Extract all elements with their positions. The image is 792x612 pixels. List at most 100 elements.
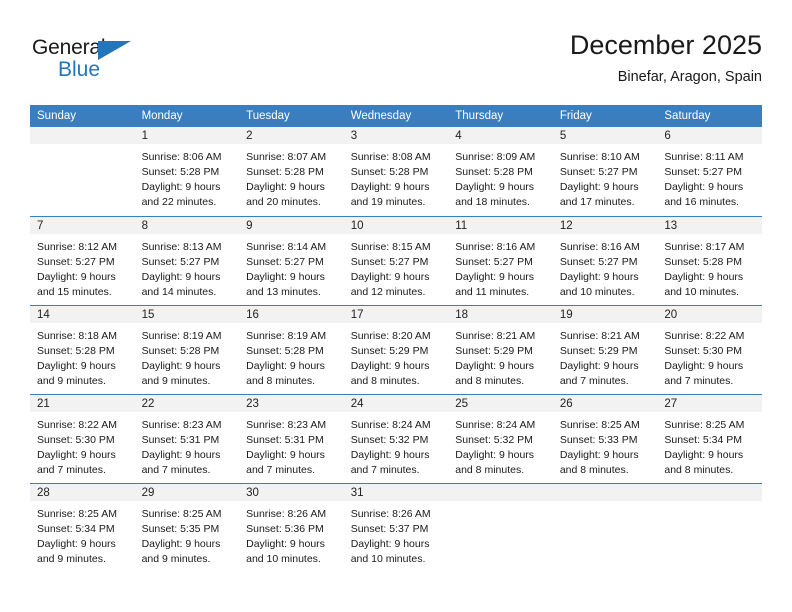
sunset-text: Sunset: 5:28 PM — [350, 166, 429, 178]
calendar-day-cell[interactable]: 6 Sunrise: 8:11 AM Sunset: 5:27 PM Daylight… — [657, 127, 762, 216]
day-number: 17 — [343, 305, 449, 323]
daylight-text-line1: Daylight: 9 hours — [246, 181, 325, 193]
day-details: Sunrise: 8:22 AM Sunset: 5:30 PM Daylight:… — [30, 412, 135, 478]
sunset-text: Sunset: 5:28 PM — [246, 344, 324, 357]
sunset-text: Sunset: 5:29 PM — [455, 344, 533, 357]
calendar-day-cell[interactable]: 9 Sunrise: 8:14 AM Sunset: 5:27 PM Daylight… — [239, 215, 344, 305]
calendar-day-cell[interactable]: 20 Sunrise: 8:22 AM Sunset: 5:30 PM Dayligh… — [657, 304, 762, 394]
calendar-day-cell[interactable]: 23 Sunrise: 8:23 AM Sunset: 5:31 PM Dayligh… — [239, 393, 344, 483]
day-number: 24 — [343, 394, 449, 412]
calendar-day-cell[interactable]: 12 Sunrise: 8:16 AM Sunset: 5:27 PM Dayligh… — [552, 215, 658, 305]
calendar-day-cell[interactable]: 25 Sunrise: 8:24 AM Sunset: 5:32 PM Dayligh… — [448, 393, 553, 483]
daylight-text-line2: and 13 minutes. — [246, 285, 321, 298]
day-number: 19 — [552, 305, 658, 323]
sunrise-text: Sunrise: 8:20 AM — [350, 329, 431, 342]
day-details — [657, 501, 762, 507]
calendar-body: 1 Sunrise: 8:06 AM Sunset: 5:28 PM Daylight… — [30, 127, 762, 572]
calendar-day-cell[interactable]: 31 Sunrise: 8:26 AM Sunset: 5:37 PM Dayligh… — [343, 482, 449, 572]
day-number: 22 — [134, 394, 240, 412]
daylight-text-line1: Daylight: 9 hours — [455, 359, 535, 372]
weekday-header-friday: Friday — [552, 105, 658, 127]
day-number: 21 — [30, 394, 135, 412]
calendar-day-cell[interactable]: 22 Sunrise: 8:23 AM Sunset: 5:31 PM Dayligh… — [134, 393, 240, 483]
calendar-day-cell[interactable]: 24 Sunrise: 8:24 AM Sunset: 5:32 PM Dayligh… — [343, 393, 449, 483]
sunset-text: Sunset: 5:33 PM — [559, 433, 638, 446]
calendar-day-cell[interactable]: 11 Sunrise: 8:16 AM Sunset: 5:27 PM Dayligh… — [448, 215, 553, 305]
day-details: Sunrise: 8:11 AM Sunset: 5:27 PM Daylight:… — [657, 144, 762, 210]
daylight-text-line1: Daylight: 9 hours — [559, 448, 639, 461]
day-details: Sunrise: 8:24 AM Sunset: 5:32 PM Daylight:… — [344, 412, 449, 478]
calendar-day-cell-empty — [657, 482, 762, 572]
weekday-header-sunday: Sunday — [30, 105, 135, 127]
sunset-text: Sunset: 5:31 PM — [246, 433, 324, 446]
daylight-text-line2: and 7 minutes. — [141, 463, 211, 476]
day-number: 2 — [239, 127, 344, 144]
sunrise-text: Sunrise: 8:16 AM — [455, 240, 536, 253]
calendar-day-cell[interactable]: 16 Sunrise: 8:19 AM Sunset: 5:28 PM Dayligh… — [239, 304, 344, 394]
calendar-day-cell[interactable]: 17 Sunrise: 8:20 AM Sunset: 5:29 PM Dayligh… — [343, 304, 449, 394]
calendar-day-cell[interactable]: 10 Sunrise: 8:15 AM Sunset: 5:27 PM Dayligh… — [343, 215, 449, 305]
calendar-day-cell[interactable]: 7 Sunrise: 8:12 AM Sunset: 5:27 PM Daylight… — [30, 215, 135, 305]
calendar-day-cell[interactable]: 1 Sunrise: 8:06 AM Sunset: 5:28 PM Daylight… — [134, 127, 240, 216]
day-number: 4 — [448, 127, 553, 144]
sunset-text: Sunset: 5:27 PM — [559, 166, 638, 178]
day-number: 13 — [657, 216, 762, 234]
calendar-day-cell[interactable]: 5 Sunrise: 8:10 AM Sunset: 5:27 PM Daylight… — [552, 127, 658, 216]
calendar-day-cell[interactable]: 26 Sunrise: 8:25 AM Sunset: 5:33 PM Dayligh… — [552, 393, 658, 483]
sunset-text: Sunset: 5:29 PM — [350, 344, 429, 357]
day-number: 27 — [657, 394, 762, 412]
daylight-text-line1: Daylight: 9 hours — [350, 448, 430, 461]
logo-text-blue: Blue — [58, 58, 101, 81]
sunset-text: Sunset: 5:28 PM — [141, 344, 220, 357]
day-number: 3 — [343, 127, 449, 144]
daylight-text-line1: Daylight: 9 hours — [141, 359, 221, 372]
day-details: Sunrise: 8:26 AM Sunset: 5:37 PM Daylight:… — [344, 501, 449, 567]
day-number: 25 — [448, 394, 553, 412]
calendar-day-cell[interactable]: 13 Sunrise: 8:17 AM Sunset: 5:28 PM Dayligh… — [657, 215, 762, 305]
calendar-day-cell[interactable]: 8 Sunrise: 8:13 AM Sunset: 5:27 PM Daylight… — [134, 215, 240, 305]
calendar-day-cell[interactable]: 19 Sunrise: 8:21 AM Sunset: 5:29 PM Dayligh… — [552, 304, 658, 394]
calendar-day-cell[interactable]: 30 Sunrise: 8:26 AM Sunset: 5:36 PM Dayligh… — [239, 482, 344, 572]
day-details: Sunrise: 8:25 AM Sunset: 5:33 PM Daylight:… — [553, 412, 658, 478]
calendar-day-cell[interactable]: 18 Sunrise: 8:21 AM Sunset: 5:29 PM Dayligh… — [448, 304, 553, 394]
calendar-week-row: 1 Sunrise: 8:06 AM Sunset: 5:28 PM Daylight… — [30, 127, 762, 216]
daylight-text-line2: and 7 minutes. — [37, 463, 106, 476]
sunrise-text: Sunrise: 8:13 AM — [141, 240, 222, 253]
weekday-header-monday: Monday — [134, 105, 240, 127]
day-number: 8 — [134, 216, 240, 234]
daylight-text-line2: and 7 minutes. — [559, 374, 629, 387]
calendar-day-cell[interactable]: 28 Sunrise: 8:25 AM Sunset: 5:34 PM Dayligh… — [30, 482, 135, 572]
sunrise-text: Sunrise: 8:25 AM — [37, 507, 117, 520]
day-number: 18 — [448, 305, 553, 323]
day-details — [448, 501, 553, 507]
day-details: Sunrise: 8:18 AM Sunset: 5:28 PM Daylight:… — [30, 323, 135, 389]
sunrise-text: Sunrise: 8:17 AM — [664, 240, 745, 253]
sunrise-text: Sunrise: 8:23 AM — [246, 418, 327, 431]
daylight-text-line2: and 10 minutes. — [350, 552, 426, 565]
calendar-day-cell-empty — [552, 482, 658, 572]
daylight-text-line1: Daylight: 9 hours — [141, 537, 221, 550]
sunrise-text: Sunrise: 8:10 AM — [559, 151, 640, 163]
sunset-text: Sunset: 5:34 PM — [664, 433, 743, 446]
sunset-text: Sunset: 5:34 PM — [37, 522, 115, 535]
calendar-day-cell[interactable]: 21 Sunrise: 8:22 AM Sunset: 5:30 PM Dayligh… — [30, 393, 135, 483]
day-details: Sunrise: 8:21 AM Sunset: 5:29 PM Daylight:… — [553, 323, 658, 389]
sunset-text: Sunset: 5:37 PM — [350, 522, 429, 535]
calendar-day-cell[interactable]: 15 Sunrise: 8:19 AM Sunset: 5:28 PM Dayligh… — [134, 304, 240, 394]
calendar-day-cell[interactable]: 3 Sunrise: 8:08 AM Sunset: 5:28 PM Daylight… — [343, 127, 449, 216]
sunrise-text: Sunrise: 8:15 AM — [350, 240, 431, 253]
daylight-text-line1: Daylight: 9 hours — [37, 359, 116, 372]
calendar-day-cell[interactable]: 2 Sunrise: 8:07 AM Sunset: 5:28 PM Daylight… — [239, 127, 344, 216]
calendar-day-cell[interactable]: 4 Sunrise: 8:09 AM Sunset: 5:28 PM Daylight… — [448, 127, 553, 216]
sunrise-text: Sunrise: 8:23 AM — [141, 418, 222, 431]
day-number: 26 — [552, 394, 658, 412]
daylight-text-line2: and 17 minutes. — [559, 196, 635, 208]
calendar-day-cell[interactable]: 29 Sunrise: 8:25 AM Sunset: 5:35 PM Dayligh… — [134, 482, 240, 572]
sunset-text: Sunset: 5:29 PM — [559, 344, 638, 357]
day-details: Sunrise: 8:09 AM Sunset: 5:28 PM Daylight:… — [448, 144, 553, 210]
calendar-day-cell[interactable]: 14 Sunrise: 8:18 AM Sunset: 5:28 PM Dayligh… — [30, 304, 135, 394]
calendar-day-cell[interactable]: 27 Sunrise: 8:25 AM Sunset: 5:34 PM Dayligh… — [657, 393, 762, 483]
day-details: Sunrise: 8:20 AM Sunset: 5:29 PM Daylight:… — [344, 323, 449, 389]
general-blue-logo[interactable]: General Blue — [32, 36, 162, 88]
sunrise-text: Sunrise: 8:26 AM — [350, 507, 431, 520]
